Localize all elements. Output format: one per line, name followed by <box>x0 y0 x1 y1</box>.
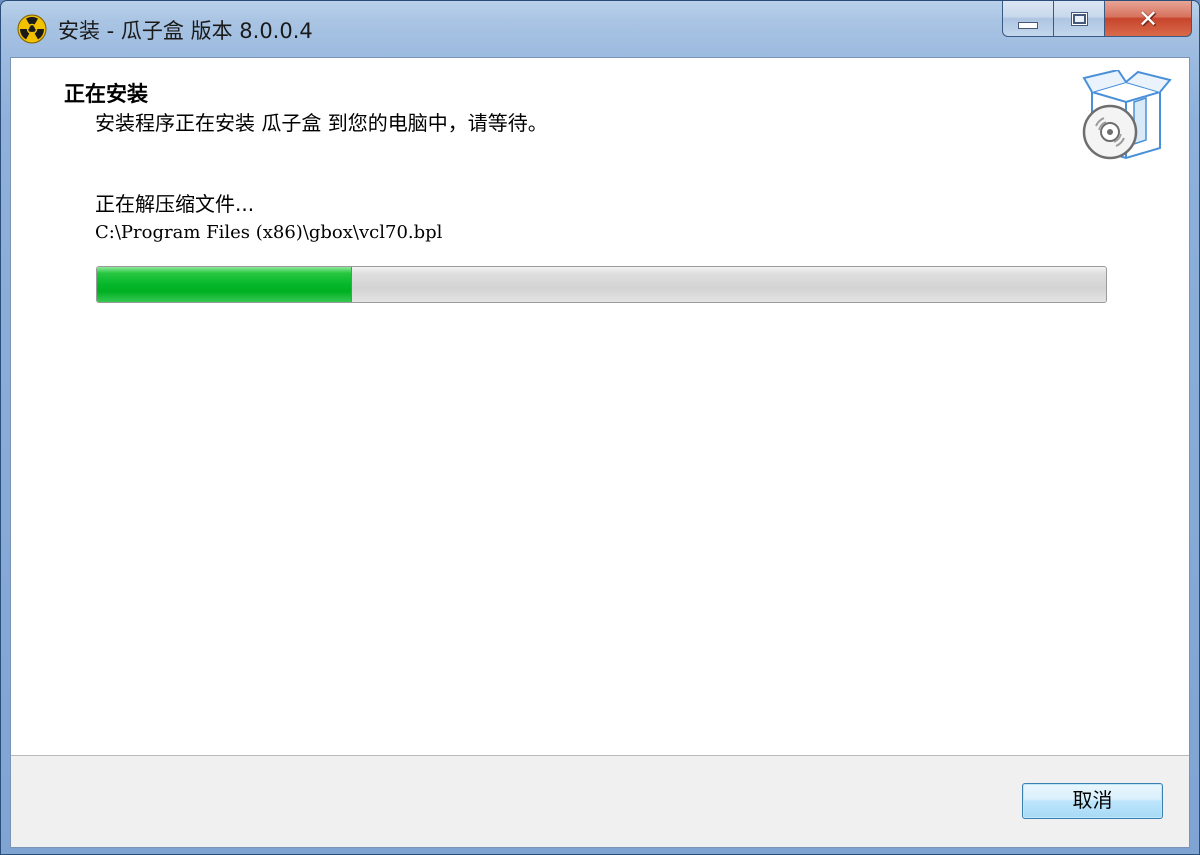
installer-window: 安装 - 瓜子盒 版本 8.0.0.4 ✕ 正在安装 安装程序正在安装 瓜子盒 … <box>0 0 1200 855</box>
current-file-path: C:\Program Files (x86)\gbox\vcl70.bpl <box>95 222 443 243</box>
install-progress-fill <box>97 267 353 302</box>
window-title: 安装 - 瓜子盒 版本 8.0.0.4 <box>58 19 313 43</box>
radiation-app-icon[interactable] <box>17 14 47 44</box>
page-title: 正在安装 <box>64 82 148 106</box>
page-subtitle: 安装程序正在安装 瓜子盒 到您的电脑中，请等待。 <box>95 111 548 135</box>
progress-status-label: 正在解压缩文件... <box>95 192 255 216</box>
close-icon: ✕ <box>1137 4 1159 33</box>
caption-buttons: ✕ <box>1002 1 1192 39</box>
installer-page: 正在安装 安装程序正在安装 瓜子盒 到您的电脑中，请等待。 正在解压缩文件...… <box>10 57 1190 848</box>
installer-box-disc-icon <box>1082 70 1172 160</box>
maximize-button[interactable] <box>1053 1 1104 37</box>
minimize-button[interactable] <box>1002 1 1053 37</box>
wizard-header: 正在安装 安装程序正在安装 瓜子盒 到您的电脑中，请等待。 <box>11 58 1189 163</box>
title-bar[interactable]: 安装 - 瓜子盒 版本 8.0.0.4 ✕ <box>1 1 1199 57</box>
maximize-icon <box>1070 11 1088 26</box>
wizard-footer: 取消 <box>11 755 1189 847</box>
close-button[interactable]: ✕ <box>1104 1 1192 37</box>
install-progress-bar <box>96 266 1107 303</box>
minimize-icon <box>1018 22 1038 29</box>
cancel-button[interactable]: 取消 <box>1022 783 1163 819</box>
